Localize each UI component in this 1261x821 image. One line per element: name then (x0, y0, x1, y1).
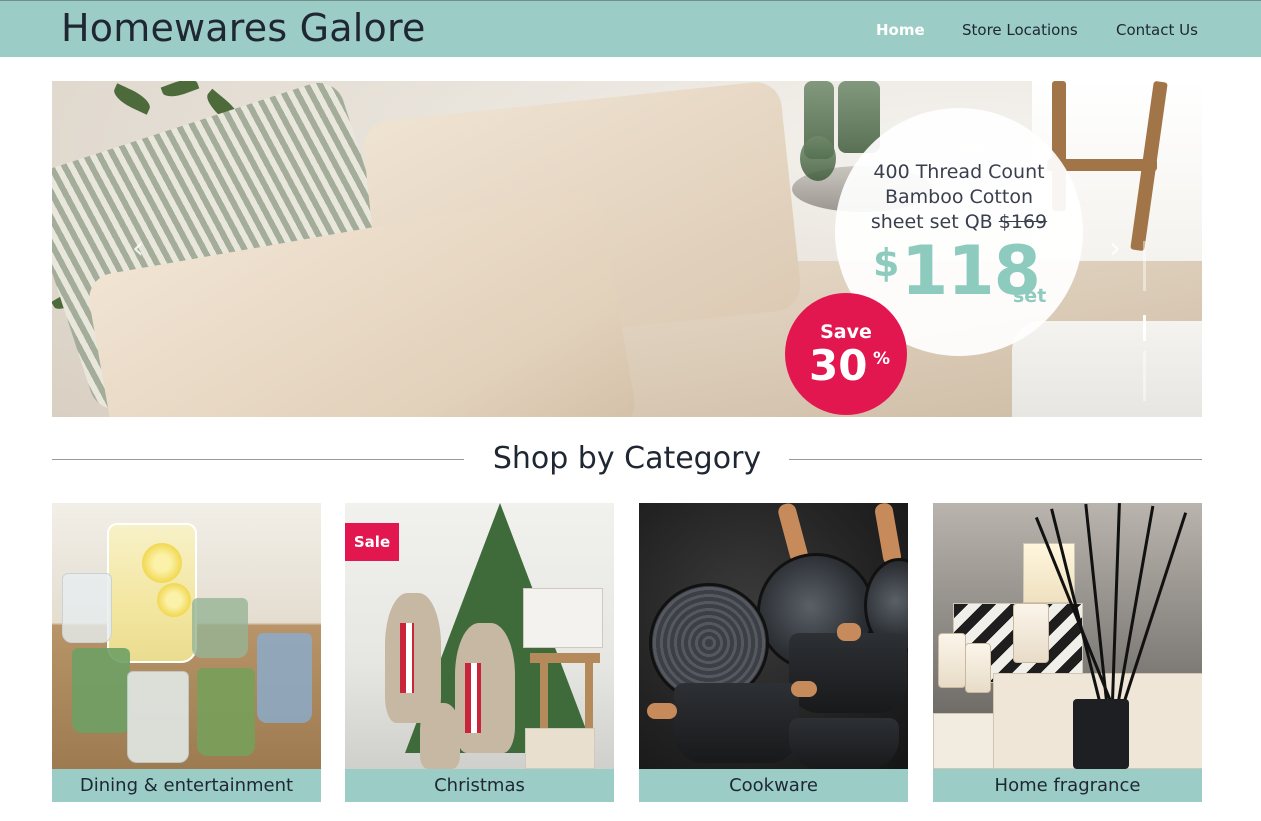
carousel-indicator[interactable] (1143, 241, 1146, 291)
promo-title-line: 400 Thread Count (873, 161, 1045, 183)
promo-title-line: sheet set QB $169 (835, 210, 1083, 234)
category-image-dining (52, 503, 321, 769)
category-card-cookware[interactable]: Cookware (639, 503, 908, 802)
brand-logo-text[interactable]: Homewares Galore (61, 4, 426, 52)
section-title: Shop by Category (470, 441, 784, 476)
category-label[interactable]: Christmas (345, 769, 614, 802)
nav-store-locations-link[interactable]: Store Locations (962, 20, 1078, 40)
old-price: $169 (998, 211, 1048, 233)
reed-diffuser (1073, 699, 1129, 769)
category-image-cookware (639, 503, 908, 769)
promo-product-text: sheet set QB (870, 211, 993, 233)
category-label[interactable]: Dining & entertainment (52, 769, 321, 802)
category-card-dining[interactable]: Dining & entertainment (52, 503, 321, 802)
nav-contact-us-link[interactable]: Contact Us (1116, 20, 1198, 40)
category-card-home-fragrance[interactable]: Home fragrance (933, 503, 1202, 802)
category-image-christmas: Sale (345, 503, 614, 769)
promo-title-line: Bamboo Cotton (885, 186, 1033, 208)
carousel-indicator-active[interactable] (1143, 315, 1146, 341)
carousel-indicators (1143, 241, 1147, 401)
save-label: Save (820, 321, 872, 343)
category-label[interactable]: Cookware (639, 769, 908, 802)
price-unit: set (1013, 285, 1047, 307)
sale-badge: Sale (345, 523, 399, 561)
chevron-right-icon[interactable]: › (1104, 233, 1126, 265)
hero-carousel: 400 Thread Count Bamboo Cotton sheet set… (52, 81, 1202, 417)
category-label[interactable]: Home fragrance (933, 769, 1202, 802)
save-value: 30 (809, 341, 868, 390)
carousel-indicator[interactable] (1143, 351, 1146, 401)
category-card-christmas[interactable]: Sale Christmas (345, 503, 614, 802)
site-header: Homewares Galore Home Store Locations Co… (0, 0, 1261, 57)
save-percent-sign: % (873, 349, 891, 369)
category-section-header: Shop by Category (52, 437, 1202, 481)
category-image-home-fragrance (933, 503, 1202, 769)
nav-home-link[interactable]: Home (876, 20, 925, 40)
save-badge: Save 30 % (785, 293, 907, 415)
price-currency-symbol: $ (873, 241, 900, 285)
chevron-left-icon[interactable]: ‹ (127, 233, 149, 265)
